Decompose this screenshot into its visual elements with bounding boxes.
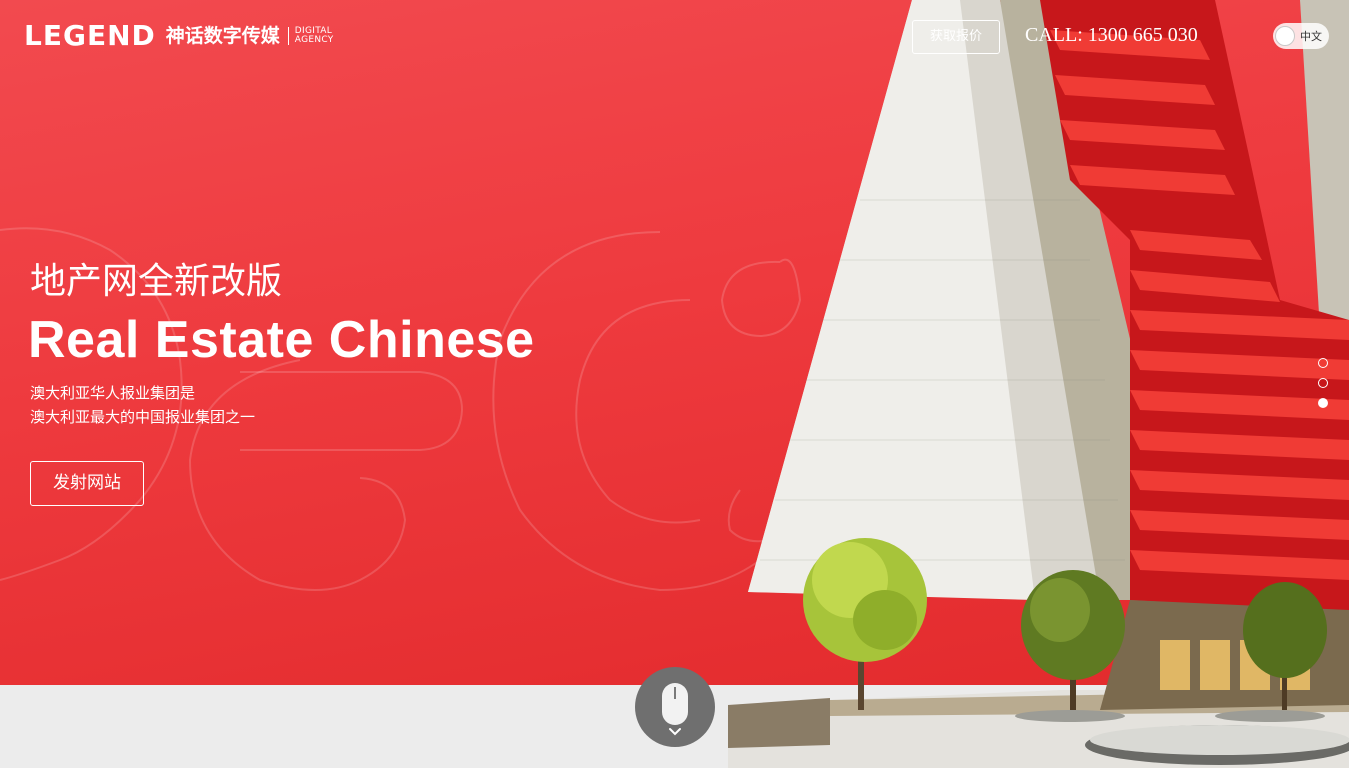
logo-wordmark: LEGEND <box>24 19 156 52</box>
slide-dot-1[interactable] <box>1318 358 1328 368</box>
language-label: 中文 <box>1300 30 1322 43</box>
slide-dot-3[interactable] <box>1318 398 1328 408</box>
slide-dot-2[interactable] <box>1318 378 1328 388</box>
mouse-icon <box>662 683 688 725</box>
hero-desc-line-2: 澳大利亚最大的中国报业集团之一 <box>30 408 256 426</box>
logo[interactable]: LEGEND 神话数字传媒 DIGITAL AGENCY <box>24 20 334 52</box>
logo-divider <box>287 27 289 45</box>
launch-site-button[interactable]: 发射网站 <box>30 461 144 506</box>
toggle-knob-icon <box>1275 26 1295 46</box>
scroll-down-button[interactable] <box>635 667 715 747</box>
chevron-down-icon <box>669 728 681 736</box>
hero-description: 澳大利亚华人报业集团是 澳大利亚最大的中国报业集团之一 <box>30 381 255 429</box>
hero-desc-line-1: 澳大利亚华人报业集团是 <box>30 384 196 402</box>
logo-sub-agency: AGENCY <box>294 35 334 45</box>
call-phone-number: CALL: 1300 665 030 <box>1025 24 1198 46</box>
logo-chinese-name: 神话数字传媒 <box>165 25 280 47</box>
hero-slider: LEGEND 神话数字传媒 DIGITAL AGENCY 获取报价 CALL: … <box>0 0 1349 768</box>
language-toggle[interactable]: 中文 <box>1273 23 1329 49</box>
hero-title-en: Real Estate Chinese <box>28 311 535 369</box>
logo-subtitle: DIGITAL AGENCY <box>295 27 334 45</box>
mouse-wheel-line <box>674 687 676 699</box>
get-quote-button[interactable]: 获取报价 <box>912 20 1000 54</box>
slide-pagination <box>1318 358 1328 418</box>
hero-title-cn: 地产网全新改版 <box>30 261 283 302</box>
